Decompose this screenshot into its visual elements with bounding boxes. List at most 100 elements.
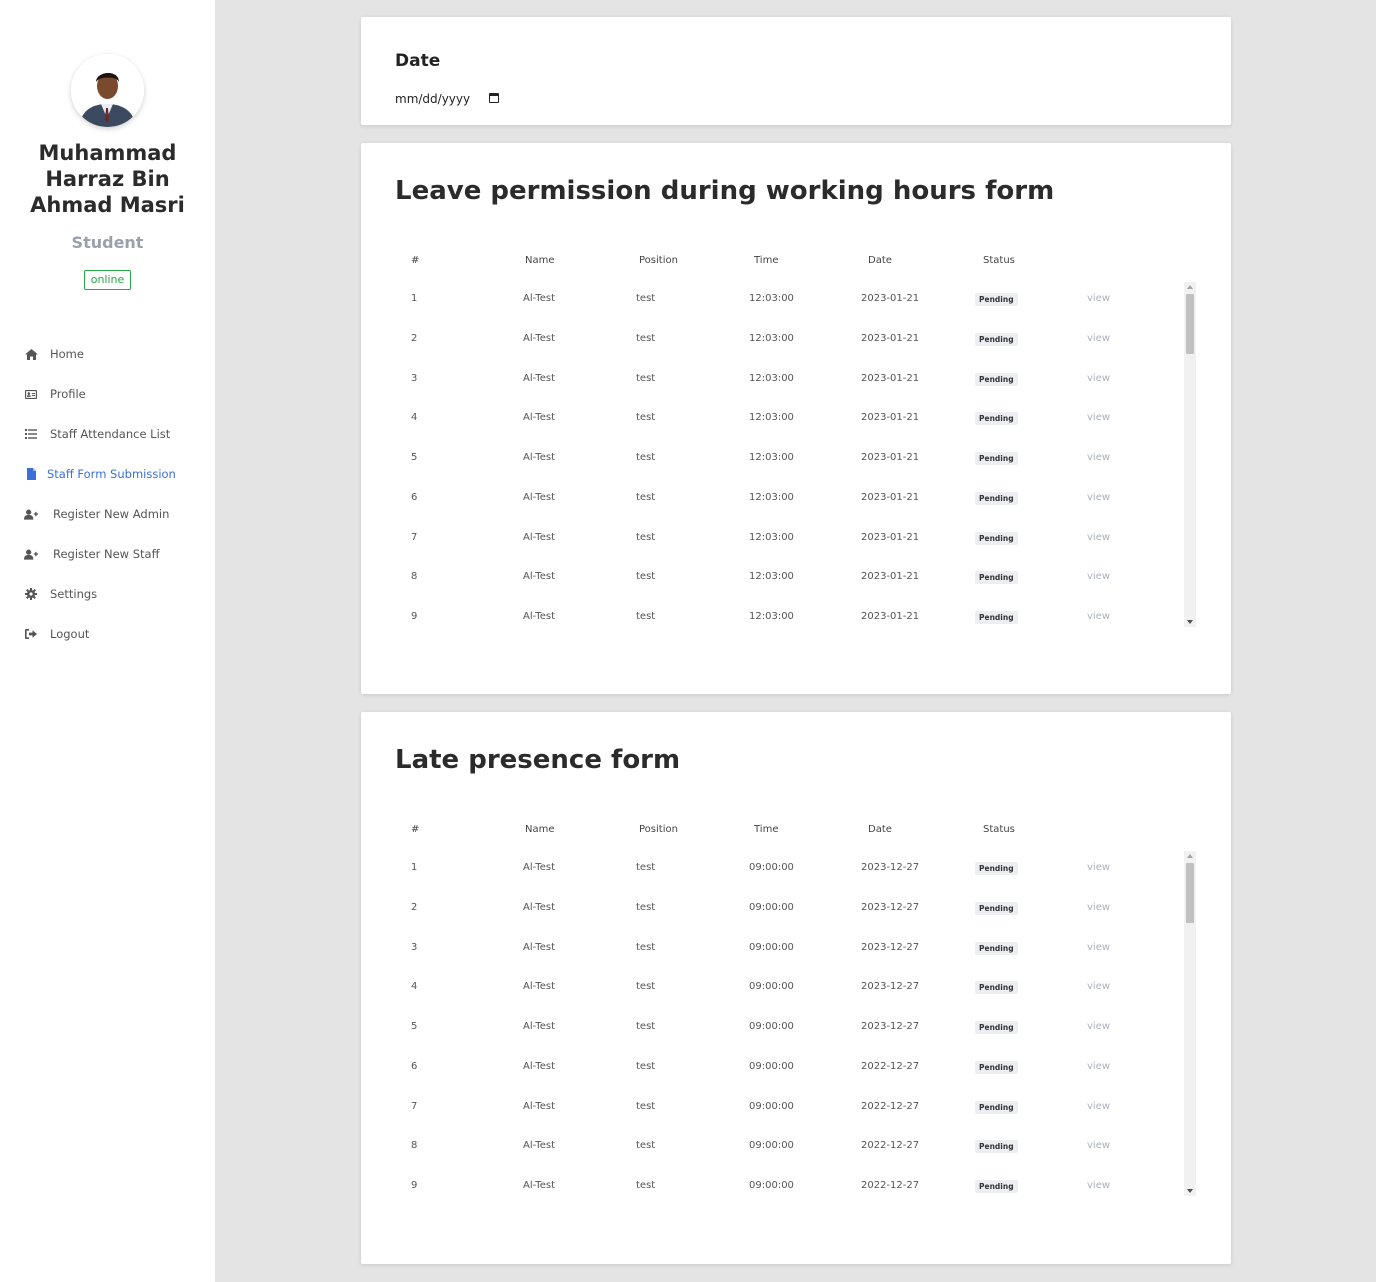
scrollbar-thumb[interactable] [1186,863,1194,923]
table-row: 7 Al-Test test 12:03:00 2023-01-21 Pending vie… [395,520,1197,560]
view-link[interactable]: view [1087,333,1110,344]
table-header: # Name Position Time Date Status [395,824,1197,844]
scroll-up-arrow-icon[interactable] [1187,854,1193,858]
cell-position: test [636,332,656,344]
user-plus-icon [24,507,38,521]
cell-name: Al-Test [523,1060,556,1072]
cell-time: 12:03:00 [749,531,794,543]
view-link[interactable]: view [1087,981,1110,992]
status-badge: Pending [975,1180,1018,1193]
home-icon [24,347,38,361]
cell-name: Al-Test [523,1140,556,1152]
table-scrollbar[interactable] [1184,282,1196,627]
cell-time: 09:00:00 [749,1100,794,1112]
status-badge: Pending [975,372,1018,386]
cell-position: test [636,1100,656,1112]
cell-time: 09:00:00 [749,1180,794,1191]
table-row: 5 Al-Test test 12:03:00 2023-01-21 Pending vie… [395,440,1197,480]
view-link[interactable]: view [1087,1101,1110,1112]
sidebar-item-logout[interactable]: Logout [0,614,215,654]
column-header-name: Name [525,255,555,266]
sidebar-item-label: Logout [50,627,90,641]
cell-name: Al-Test [523,491,556,503]
sidebar-item-home[interactable]: Home [0,334,215,374]
view-link[interactable]: view [1087,373,1110,384]
table-row: 6 Al-Test test 12:03:00 2023-01-21 Pending vie… [395,480,1197,520]
status-badge: Pending [975,412,1018,426]
view-link[interactable]: view [1087,1061,1110,1072]
user-name: Muhammad Harraz Bin Ahmad Masri [30,141,185,217]
view-link[interactable]: view [1087,452,1110,463]
sidebar-item-staff-attendance-list[interactable]: Staff Attendance List [0,414,215,454]
scroll-up-arrow-icon[interactable] [1187,285,1193,289]
sidebar-item-staff-form-submission[interactable]: Staff Form Submission [0,454,215,494]
cell-date: 2023-12-27 [861,941,920,953]
cell-position: test [636,941,656,953]
cell-date: 2023-12-27 [861,901,920,913]
sidebar-item-settings[interactable]: Settings [0,574,215,614]
cell-position: test [636,1140,656,1152]
list-icon [24,427,38,441]
table-row: 4 Al-Test test 12:03:00 2023-01-21 Pending vie… [395,400,1197,440]
column-header-date: Date [868,824,892,835]
calendar-icon[interactable] [489,93,499,103]
table-row: 1 Al-Test test 09:00:00 2023-12-27 Pending vie… [395,850,1197,890]
status-badge: Pending [975,1140,1018,1154]
sidebar-item-register-new-admin[interactable]: Register New Admin [0,494,215,534]
cell-date: 2022-12-27 [861,1180,920,1191]
cell-position: test [636,571,656,583]
sidebar-item-label: Staff Attendance List [50,427,171,441]
table-scrollbar[interactable] [1184,851,1196,1196]
cell-number: 5 [411,1021,418,1032]
cell-number: 8 [411,1140,418,1152]
view-link[interactable]: view [1087,1180,1110,1191]
cell-date: 2023-01-21 [861,372,920,384]
cell-position: test [636,1021,656,1032]
table-row: 3 Al-Test test 09:00:00 2023-12-27 Pending vie… [395,930,1197,970]
column-header-name: Name [525,824,555,835]
date-input-placeholder: mm/dd/yyyy [395,92,471,106]
cell-number: 4 [411,981,418,993]
view-link[interactable]: view [1087,492,1110,503]
view-link[interactable]: view [1087,611,1110,622]
view-link[interactable]: view [1087,571,1110,582]
view-link[interactable]: view [1087,902,1110,913]
table-row: 6 Al-Test test 09:00:00 2022-12-27 Pending vie… [395,1049,1197,1089]
cell-number: 9 [411,1180,418,1191]
sidebar-item-profile[interactable]: Profile [0,374,215,414]
cell-number: 1 [411,862,418,873]
view-link[interactable]: view [1087,1140,1110,1151]
sidebar: Muhammad Harraz Bin Ahmad Masri Student … [0,0,215,1282]
cell-date: 2023-01-21 [861,491,920,503]
cell-position: test [636,611,656,622]
table-row: 8 Al-Test test 09:00:00 2022-12-27 Pending vie… [395,1128,1197,1168]
view-link[interactable]: view [1087,942,1110,953]
cell-name: Al-Test [523,941,556,953]
date-input[interactable]: mm/dd/yyyy [395,90,503,108]
view-link[interactable]: view [1087,862,1110,873]
cell-number: 2 [411,332,418,344]
view-link[interactable]: view [1087,532,1110,543]
status-badge: online [84,270,131,290]
cell-number: 1 [411,293,418,304]
column-header-position: Position [639,255,678,266]
cell-number: 7 [411,1100,418,1112]
sidebar-item-register-new-staff[interactable]: Register New Staff [0,534,215,574]
cell-number: 3 [411,941,418,953]
scrollbar-thumb[interactable] [1186,294,1194,354]
cell-time: 09:00:00 [749,941,794,953]
status-badge: Pending [975,981,1018,995]
scroll-down-arrow-icon[interactable] [1187,620,1193,624]
cell-position: test [636,372,656,384]
table-row: 3 Al-Test test 12:03:00 2023-01-21 Pending vie… [395,361,1197,401]
sidebar-item-label: Staff Form Submission [47,467,176,481]
cell-number: 6 [411,491,418,503]
cell-time: 12:03:00 [749,452,794,463]
view-link[interactable]: view [1087,1021,1110,1032]
view-link[interactable]: view [1087,412,1110,423]
table-row: 9 Al-Test test 09:00:00 2022-12-27 Pending vie… [395,1168,1197,1195]
leave-permission-card: Leave permission during working hours fo… [361,143,1231,694]
view-link[interactable]: view [1087,293,1110,304]
scroll-down-arrow-icon[interactable] [1187,1189,1193,1193]
cell-position: test [636,531,656,543]
